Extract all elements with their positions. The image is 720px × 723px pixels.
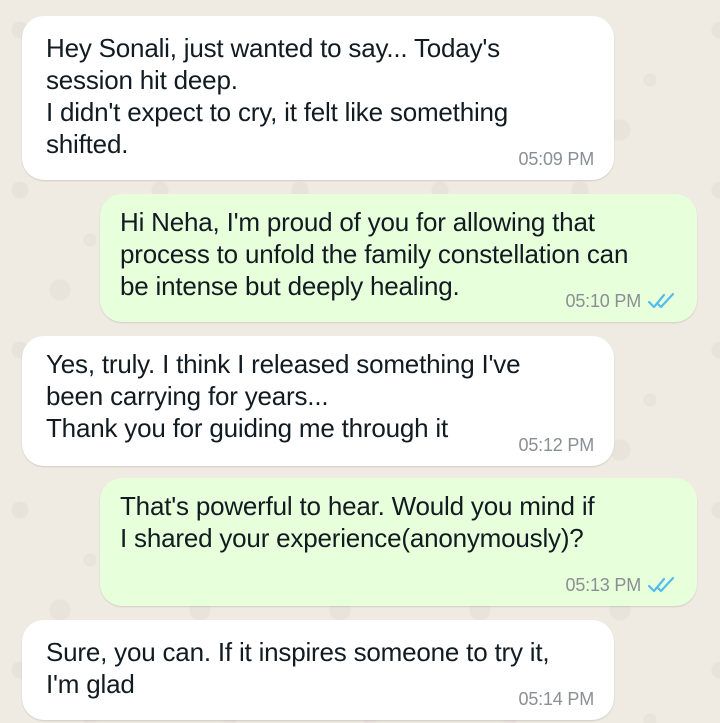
message-text: Hey Sonali, just wanted to say... Today'… (46, 33, 509, 159)
message-bubble-incoming[interactable]: Yes, truly. I think I released something… (22, 336, 614, 466)
message-list[interactable]: Hey Sonali, just wanted to say... Today'… (0, 0, 720, 723)
message-time: 05:09 PM (518, 149, 595, 169)
message-text: That's powerful to hear. Would you mind … (120, 491, 595, 553)
message-time: 05:12 PM (518, 435, 595, 455)
message-time: 05:14 PM (518, 689, 595, 709)
message-meta: 05:14 PM (518, 688, 595, 710)
message-time: 05:13 PM (565, 575, 642, 595)
message-text: Yes, truly. I think I released something… (46, 349, 521, 443)
message-meta: 05:10 PM (566, 290, 677, 312)
message-meta: 05:12 PM (518, 434, 595, 456)
message-text: Hi Neha, I'm proud of you for allowing t… (120, 207, 629, 301)
message-bubble-incoming[interactable]: Sure, you can. If it inspires someone to… (22, 620, 614, 720)
message-bubble-outgoing[interactable]: That's powerful to hear. Would you mind … (100, 478, 697, 606)
read-double-check-icon (647, 576, 675, 593)
message-text: Sure, you can. If it inspires someone to… (46, 637, 550, 699)
message-bubble-outgoing[interactable]: Hi Neha, I'm proud of you for allowing t… (100, 194, 697, 322)
message-bubble-incoming[interactable]: Hey Sonali, just wanted to say... Today'… (22, 16, 614, 180)
read-double-check-icon (647, 292, 675, 309)
message-time: 05:10 PM (565, 291, 642, 311)
message-meta: 05:09 PM (518, 148, 595, 170)
message-meta: 05:13 PM (566, 574, 677, 596)
